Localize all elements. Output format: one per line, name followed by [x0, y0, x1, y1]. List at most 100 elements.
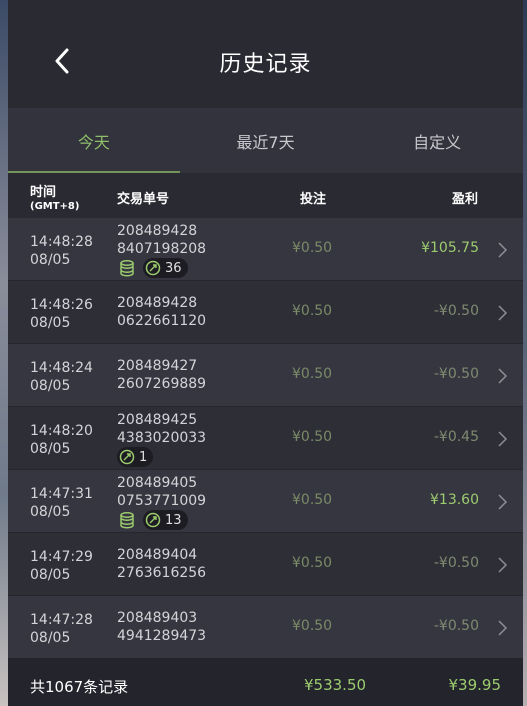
row-order-line1: 208489404 — [117, 547, 198, 563]
row-bet: ¥0.50 — [292, 366, 333, 382]
row-time-value: 14:47:28 — [30, 612, 93, 628]
multiplier-value: 36 — [165, 260, 182, 276]
row-order-number: 208489428 0622661120 — [117, 294, 206, 330]
chevron-right-icon — [498, 620, 508, 636]
history-list: 14:48:28 08/05 208489428 8407198208 36 ¥… — [8, 218, 523, 659]
row-bet: ¥0.50 — [292, 429, 333, 445]
row-profit: -¥0.50 — [433, 555, 479, 571]
row-time: 14:47:28 08/05 — [30, 611, 93, 647]
table-row[interactable]: 14:48:20 08/05 208489425 4383020033 1 ¥0… — [8, 407, 523, 470]
row-time-value: 14:48:28 — [30, 234, 93, 250]
chevron-right-icon — [498, 557, 508, 573]
row-bet: ¥0.50 — [292, 618, 333, 634]
column-header-time: 时间 (GMT+8) — [30, 181, 79, 212]
row-badges: 1 — [117, 447, 154, 467]
table-row[interactable]: 14:47:31 08/05 208489405 0753771009 13 ¥… — [8, 470, 523, 533]
row-time: 14:48:20 08/05 — [30, 422, 93, 458]
row-order-line2: 4383020033 — [117, 430, 207, 446]
row-order-number: 208489427 2607269889 — [117, 357, 206, 393]
row-order-line1: 208489428 — [117, 223, 198, 239]
row-order-line1: 208489405 — [117, 475, 198, 491]
row-time-value: 14:48:24 — [30, 360, 93, 376]
row-order-line1: 208489427 — [117, 358, 198, 374]
row-date-value: 08/05 — [30, 441, 71, 457]
column-header-profit: 盈利 — [452, 192, 479, 207]
multiplier-circle-icon — [145, 260, 161, 276]
table-row[interactable]: 14:47:28 08/05 208489403 4941289473 ¥0.5… — [8, 596, 523, 659]
multiplier-badge: 1 — [117, 447, 154, 467]
row-profit: -¥0.50 — [433, 303, 479, 319]
row-date-value: 08/05 — [30, 315, 71, 331]
total-profit: ¥39.95 — [448, 676, 502, 694]
column-header-time-label: 时间 — [30, 185, 57, 200]
row-date-value: 08/05 — [30, 252, 71, 268]
row-order-line2: 2607269889 — [117, 376, 207, 392]
row-order-line2: 8407198208 — [117, 241, 207, 257]
table-header: 时间 (GMT+8) 交易单号 投注 盈利 — [8, 174, 523, 218]
row-time: 14:47:31 08/05 — [30, 485, 93, 521]
row-time: 14:47:29 08/05 — [30, 548, 93, 584]
chevron-right-icon — [498, 431, 508, 447]
chevron-right-icon — [498, 242, 508, 258]
multiplier-badge: 36 — [143, 258, 188, 278]
column-header-order: 交易单号 — [117, 192, 170, 207]
row-order-number: 208489405 0753771009 — [117, 474, 206, 510]
history-panel: 历史记录 今天 最近7天 自定义 时间 (GMT+8) 交易单号 投注 盈利 1… — [8, 0, 523, 706]
row-order-number: 208489404 2763616256 — [117, 546, 206, 582]
row-bet: ¥0.50 — [292, 240, 333, 256]
total-bet: ¥533.50 — [304, 676, 367, 694]
row-time-value: 14:48:20 — [30, 423, 93, 439]
column-header-timezone: (GMT+8) — [30, 201, 80, 212]
row-order-number: 208489425 4383020033 — [117, 411, 206, 447]
chevron-right-icon — [498, 494, 508, 510]
row-order-line1: 208489425 — [117, 412, 198, 428]
row-profit: -¥0.45 — [433, 429, 479, 445]
table-row[interactable]: 14:47:29 08/05 208489404 2763616256 ¥0.5… — [8, 533, 523, 596]
table-row[interactable]: 14:48:26 08/05 208489428 0622661120 ¥0.5… — [8, 281, 523, 344]
row-bet: ¥0.50 — [292, 303, 333, 319]
coin-stack-icon — [117, 258, 137, 278]
row-profit: ¥13.60 — [430, 492, 479, 508]
row-date-value: 08/05 — [30, 567, 71, 583]
row-date-value: 08/05 — [30, 378, 71, 394]
row-profit: -¥0.50 — [433, 366, 479, 382]
multiplier-circle-icon — [119, 449, 135, 465]
background-edge-right — [523, 0, 527, 706]
header: 历史记录 — [8, 0, 523, 108]
row-date-value: 08/05 — [30, 504, 71, 520]
row-time: 14:48:24 08/05 — [30, 359, 93, 395]
row-badges: 36 — [117, 258, 188, 278]
multiplier-value: 1 — [139, 449, 148, 465]
multiplier-value: 13 — [165, 512, 182, 528]
tab-last-7-days[interactable]: 最近7天 — [180, 108, 352, 173]
multiplier-badge: 13 — [143, 510, 188, 530]
table-row[interactable]: 14:48:28 08/05 208489428 8407198208 36 ¥… — [8, 218, 523, 281]
tab-custom[interactable]: 自定义 — [351, 108, 523, 173]
summary-footer: 共1067条记录 ¥533.50 ¥39.95 — [8, 658, 523, 706]
multiplier-circle-icon — [145, 512, 161, 528]
column-header-bet: 投注 — [300, 192, 327, 207]
date-range-tabs: 今天 最近7天 自定义 — [8, 108, 523, 174]
row-time-value: 14:48:26 — [30, 297, 93, 313]
row-time-value: 14:47:31 — [30, 486, 93, 502]
row-order-line1: 208489428 — [117, 295, 198, 311]
coin-stack-icon — [117, 510, 137, 530]
row-order-line2: 2763616256 — [117, 565, 207, 581]
page-title: 历史记录 — [219, 52, 312, 77]
row-order-number: 208489403 4941289473 — [117, 609, 206, 645]
row-profit: -¥0.50 — [433, 618, 479, 634]
background-edge-left — [0, 0, 8, 706]
tab-today[interactable]: 今天 — [8, 108, 180, 173]
total-records-label: 共1067条记录 — [30, 678, 129, 696]
row-time: 14:48:26 08/05 — [30, 296, 93, 332]
row-profit: ¥105.75 — [421, 240, 479, 256]
row-order-line2: 0622661120 — [117, 313, 207, 329]
table-row[interactable]: 14:48:24 08/05 208489427 2607269889 ¥0.5… — [8, 344, 523, 407]
row-order-line1: 208489403 — [117, 610, 198, 626]
row-time: 14:48:28 08/05 — [30, 233, 93, 269]
row-time-value: 14:47:29 — [30, 549, 93, 565]
row-bet: ¥0.50 — [292, 555, 333, 571]
row-order-number: 208489428 8407198208 — [117, 222, 206, 258]
row-bet: ¥0.50 — [292, 492, 333, 508]
row-badges: 13 — [117, 510, 188, 530]
